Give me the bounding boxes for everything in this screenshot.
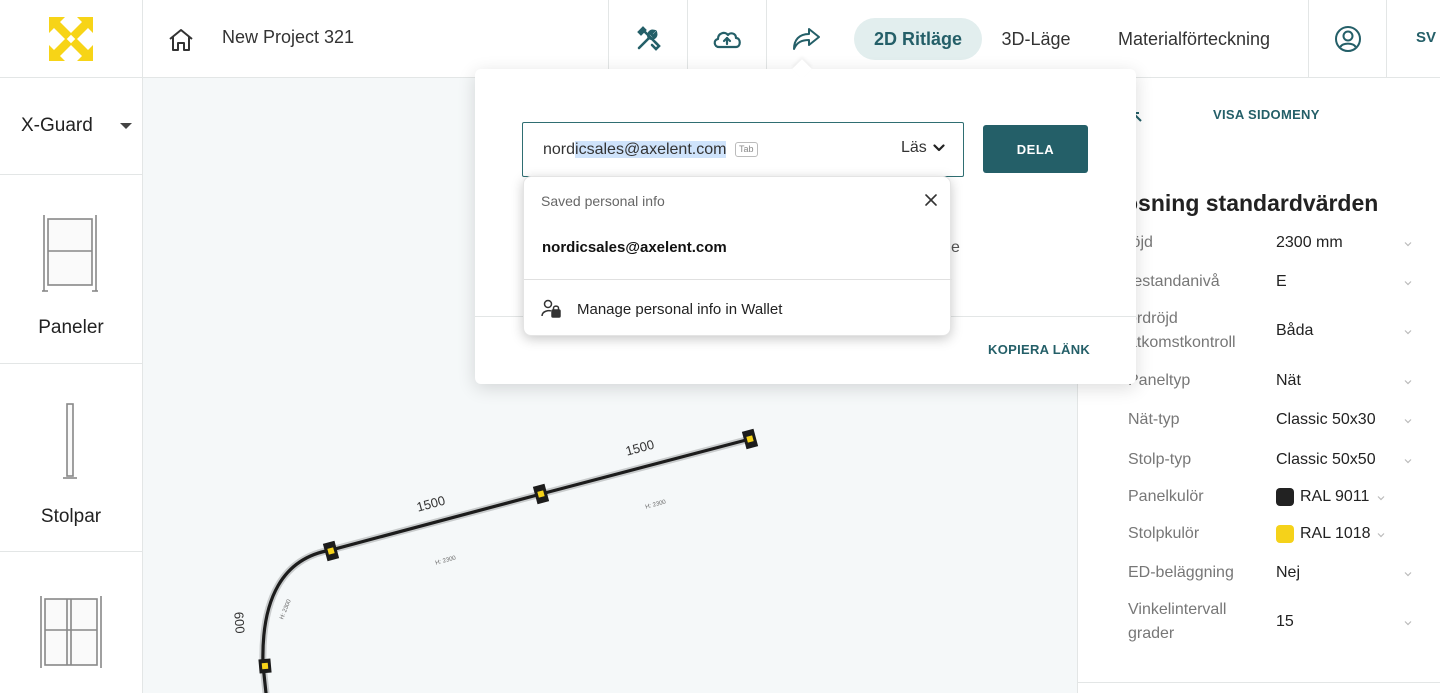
- sidebar-item-stolpar[interactable]: Stolpar: [0, 364, 142, 552]
- tools-icon: [637, 26, 661, 51]
- chevron-down-icon: [1377, 533, 1385, 538]
- dialog-text: e: [951, 239, 960, 256]
- chevron-down-icon: [1404, 330, 1412, 335]
- component-sidebar: X-Guard Paneler Stolpar: [0, 78, 143, 693]
- door-panel-icon: [40, 596, 102, 668]
- divider: [524, 279, 952, 280]
- sidebar-item-paneler[interactable]: Paneler: [0, 175, 142, 364]
- tab-3d-mode[interactable]: 3D-Läge: [990, 18, 1082, 60]
- project-name[interactable]: New Project 321: [222, 27, 354, 48]
- chevron-down-icon: [1404, 459, 1412, 464]
- property-value[interactable]: Nej: [1276, 561, 1300, 585]
- home-icon: [169, 29, 193, 51]
- post-icon: [63, 403, 77, 479]
- share-icon: [793, 28, 820, 50]
- autofill-suggestion-label: nordicsales@axelent.com: [542, 239, 727, 256]
- chevron-down-icon: [1404, 242, 1412, 247]
- chevron-down-icon: [1404, 380, 1412, 385]
- tab-material-list[interactable]: Materialförteckning: [1098, 18, 1290, 60]
- fence-post[interactable]: [532, 483, 550, 505]
- save-cloud-button[interactable]: [687, 0, 766, 78]
- user-icon: [1334, 26, 1361, 52]
- property-value[interactable]: 15: [1276, 610, 1294, 634]
- property-label: Paneltyp: [1128, 372, 1191, 389]
- height-label: H: 2300: [435, 555, 457, 566]
- language-selector[interactable]: SV: [1416, 29, 1436, 46]
- email-input-value: nordicsales@axelent.com: [543, 141, 727, 158]
- caret-down-icon: [120, 123, 132, 129]
- property-value[interactable]: 2300 mm: [1276, 231, 1343, 255]
- sidebar-item-door[interactable]: [0, 552, 142, 693]
- show-side-menu-button[interactable]: VISA SIDOMENY: [1213, 107, 1320, 122]
- chevron-down-icon: [1404, 281, 1412, 286]
- property-value[interactable]: Nät: [1276, 369, 1301, 393]
- fence-post[interactable]: [322, 540, 340, 562]
- logo[interactable]: [0, 0, 143, 78]
- cloud-upload-icon: [713, 31, 741, 49]
- property-label: Stolp-typ: [1128, 451, 1192, 468]
- property-label: Stolpkulör: [1128, 525, 1200, 542]
- panel-icon: [42, 215, 98, 292]
- height-label: H: 2300: [645, 499, 667, 510]
- permission-select-label: Läs: [901, 139, 927, 156]
- tab-hint-badge: Tab: [735, 142, 758, 157]
- person-lock-icon: [541, 299, 561, 318]
- height-label: H: 2300: [279, 598, 293, 620]
- fence-post[interactable]: [258, 658, 272, 674]
- share-submit-button[interactable]: DELA: [983, 125, 1088, 173]
- property-label: ED-beläggning: [1128, 564, 1234, 581]
- fence-post[interactable]: [741, 428, 759, 450]
- chevron-down-icon: [1404, 572, 1412, 577]
- home-button[interactable]: [165, 24, 197, 56]
- property-value[interactable]: Classic 50x30: [1276, 408, 1376, 432]
- product-select-label: X-Guard: [21, 115, 93, 136]
- property-value-text: RAL 9011: [1300, 488, 1370, 505]
- fence-line[interactable]: [261, 437, 752, 693]
- color-swatch: [1276, 525, 1294, 543]
- autofill-dropdown: Saved personal info nordicsales@axelent.…: [523, 176, 952, 336]
- property-label: Panelkulör: [1128, 488, 1204, 505]
- dimension-label: 1500: [624, 437, 656, 459]
- property-label: Vinkelintervall grader: [1128, 601, 1227, 642]
- close-icon[interactable]: [922, 191, 940, 209]
- property-value-text: RAL 1018: [1300, 525, 1371, 542]
- user-button[interactable]: [1308, 0, 1387, 78]
- tools-button[interactable]: [608, 0, 687, 78]
- sidebar-item-label: Paneler: [38, 317, 104, 338]
- top-bar: New Project 321 2D Ritläge 3D-Läge Mater…: [0, 0, 1440, 78]
- divider: [1078, 682, 1440, 683]
- fence-line[interactable]: [259, 435, 754, 693]
- sidebar-item-label: Stolpar: [40, 506, 102, 527]
- manage-wallet-link[interactable]: Manage personal info in Wallet: [524, 289, 952, 329]
- dimension-label: 600: [231, 611, 247, 634]
- copy-link-button[interactable]: KOPIERA LÄNK: [988, 342, 1090, 357]
- xguard-logo-icon: [49, 17, 93, 61]
- tab-2d-mode[interactable]: 2D Ritläge: [854, 18, 982, 60]
- property-value[interactable]: RAL 9011: [1276, 485, 1369, 509]
- autofill-heading: Saved personal info: [541, 193, 665, 209]
- dimension-label: 1500: [415, 493, 447, 515]
- property-label: ördröjd åtkomstkontroll: [1128, 310, 1236, 351]
- autofill-suggestion[interactable]: nordicsales@axelent.com: [524, 227, 952, 271]
- property-value[interactable]: Classic 50x50: [1276, 448, 1376, 472]
- email-input[interactable]: nordicsales@axelent.com Tab Läs: [522, 122, 964, 177]
- permission-select[interactable]: Läs: [901, 139, 945, 157]
- property-value[interactable]: E: [1276, 270, 1287, 294]
- chevron-down-icon: [933, 144, 945, 152]
- property-label: restandanivå: [1128, 273, 1220, 290]
- property-value[interactable]: RAL 1018: [1276, 522, 1371, 546]
- property-value[interactable]: Båda: [1276, 319, 1313, 343]
- panel-title: ösning standardvärden: [1124, 190, 1379, 216]
- manage-wallet-label: Manage personal info in Wallet: [577, 301, 783, 318]
- chevron-down-icon: [1404, 621, 1412, 626]
- product-select[interactable]: X-Guard: [0, 78, 142, 175]
- color-swatch: [1276, 488, 1294, 506]
- property-label: löjd: [1128, 234, 1153, 251]
- chevron-down-icon: [1404, 419, 1412, 424]
- property-label: Nät-typ: [1128, 411, 1180, 428]
- chevron-down-icon: [1377, 496, 1385, 501]
